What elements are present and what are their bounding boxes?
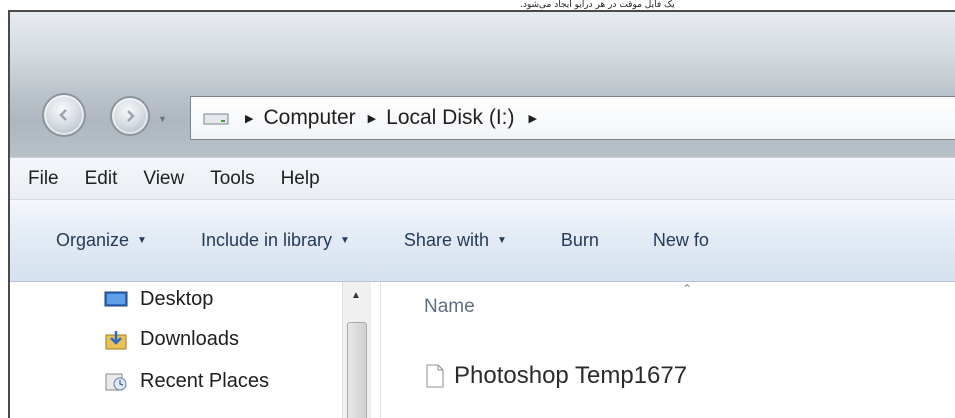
breadcrumb-arrow-icon[interactable]: ▶	[529, 112, 537, 125]
breadcrumb-local-disk[interactable]: Local Disk (I:)	[386, 106, 514, 130]
new-folder-button[interactable]: New fo	[653, 230, 709, 251]
share-with-label: Share with	[403, 230, 489, 250]
nav-item-label: Desktop	[140, 288, 214, 310]
forward-button[interactable]	[110, 96, 150, 136]
back-button[interactable]	[42, 93, 86, 137]
nav-item-label: Recent Places	[140, 370, 269, 392]
breadcrumb-arrow-icon[interactable]: ▶	[245, 112, 253, 125]
address-bar[interactable]: ▶ Computer ▶ Local Disk (I:) ▶	[190, 96, 955, 140]
nav-scrollbar[interactable]: ▲	[342, 282, 371, 418]
include-in-library-button[interactable]: Include in library ▼	[201, 230, 350, 251]
sort-ascending-icon: ⌃	[682, 282, 693, 296]
recent-places-icon	[105, 373, 127, 390]
burn-button[interactable]: Burn	[561, 230, 599, 251]
chevron-down-icon: ▼	[340, 235, 350, 246]
chevron-down-icon: ▼	[137, 235, 147, 246]
desktop-icon	[104, 291, 128, 306]
breadcrumb-computer[interactable]: Computer	[263, 106, 355, 130]
nav-item-label: Downloads	[140, 328, 239, 350]
list-item[interactable]: Photoshop Temp1677	[426, 362, 687, 390]
nav-item-recent-places[interactable]: Recent Places	[104, 370, 269, 393]
nav-item-downloads[interactable]: Downloads	[104, 328, 239, 351]
title-bar: ▼ ▶ Computer ▶ Local Disk (I:) ▶	[10, 12, 955, 157]
column-header-name[interactable]: Name	[424, 296, 475, 318]
breadcrumb-arrow-icon[interactable]: ▶	[368, 112, 376, 125]
back-arrow-icon	[59, 109, 67, 121]
nav-item-desktop[interactable]: Desktop	[104, 288, 213, 311]
scroll-up-icon[interactable]: ▲	[351, 290, 361, 301]
menu-view[interactable]: View	[143, 168, 184, 190]
drive-icon	[203, 113, 229, 125]
downloads-icon	[105, 330, 127, 349]
menu-help[interactable]: Help	[281, 168, 320, 190]
menu-file[interactable]: File	[28, 168, 59, 190]
chevron-down-icon: ▼	[496, 235, 507, 246]
menu-edit[interactable]: Edit	[85, 168, 118, 190]
file-name: Photoshop Temp1677	[454, 362, 688, 389]
recent-pages-caret-icon[interactable]: ▼	[158, 114, 167, 124]
command-bar: Organize ▼ Include in library ▼ Share wi…	[10, 200, 955, 282]
organize-label: Organize	[56, 230, 130, 250]
navigation-pane: Desktop Downloads Recent Places ▲	[10, 282, 381, 418]
file-icon	[426, 364, 444, 388]
forward-arrow-icon	[127, 110, 135, 122]
include-in-library-label: Include in library	[200, 230, 333, 250]
menu-bar: File Edit View Tools Help	[10, 157, 955, 200]
scroll-thumb[interactable]	[347, 322, 367, 418]
menu-tools[interactable]: Tools	[210, 168, 254, 190]
file-list: ⌃ Name Photoshop Temp1677	[382, 282, 955, 418]
organize-button[interactable]: Organize ▼	[56, 230, 147, 251]
explorer-window: ▼ ▶ Computer ▶ Local Disk (I:) ▶ File Ed…	[8, 10, 955, 418]
share-with-button[interactable]: Share with ▼	[404, 230, 507, 251]
